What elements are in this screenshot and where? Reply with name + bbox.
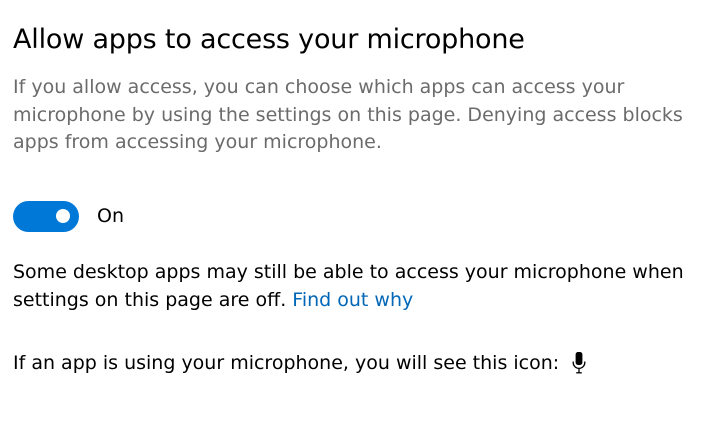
page-title: Allow apps to access your microphone xyxy=(13,24,525,55)
toggle-knob xyxy=(56,209,70,223)
in-use-icon-note-text: If an app is using your microphone, you … xyxy=(13,352,560,374)
find-out-why-link[interactable]: Find out why xyxy=(292,289,413,311)
desktop-apps-note: Some desktop apps may still be able to a… xyxy=(13,258,699,314)
in-use-icon-note: If an app is using your microphone, you … xyxy=(13,348,587,378)
microphone-icon xyxy=(571,348,587,378)
access-toggle-row: On xyxy=(13,200,124,232)
toggle-state-label: On xyxy=(97,205,124,227)
microphone-access-toggle[interactable] xyxy=(13,200,79,232)
access-description: If you allow access, you can choose whic… xyxy=(13,76,683,153)
